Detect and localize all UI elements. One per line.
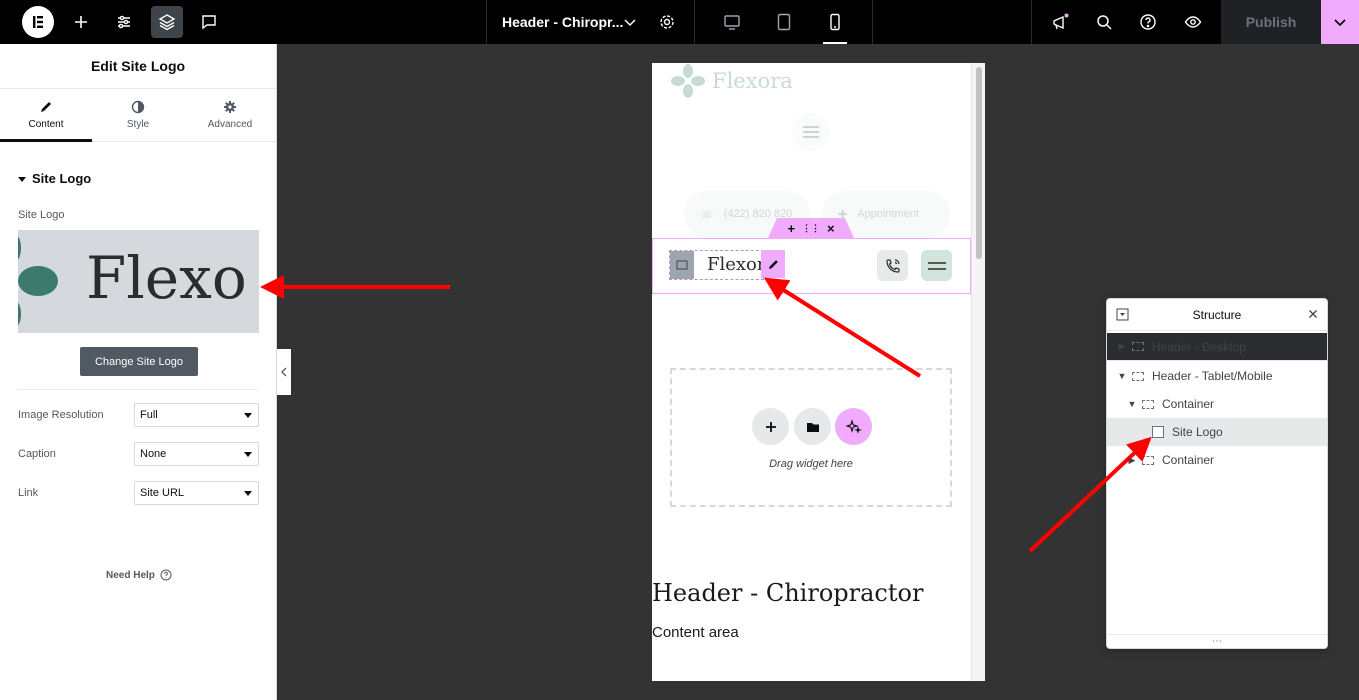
page-title: Header - Chiropractor bbox=[652, 579, 924, 607]
structure-panel: Structure ▶ Header - Desktop ▼ Header - … bbox=[1106, 298, 1328, 649]
drag-handle-icon[interactable]: ⋮⋮ bbox=[802, 223, 820, 234]
ghost-menu-icon bbox=[792, 113, 830, 151]
structure-item-label: Header - Desktop bbox=[1152, 339, 1247, 354]
container-handle[interactable]: + ⋮⋮ × bbox=[768, 218, 854, 238]
structure-item-label: Container bbox=[1162, 453, 1215, 467]
edit-panel: Edit Site Logo Content Style Advanced Si… bbox=[0, 44, 277, 700]
add-section-icon[interactable] bbox=[752, 408, 789, 445]
panel-title: Edit Site Logo bbox=[0, 44, 276, 89]
container-icon bbox=[1142, 455, 1154, 465]
structure-item-label: Container bbox=[1162, 397, 1215, 411]
publish-button[interactable]: Publish bbox=[1221, 0, 1321, 44]
template-library-folder-icon[interactable] bbox=[794, 408, 831, 445]
phone-icon[interactable] bbox=[877, 250, 908, 281]
need-help-label: Need Help bbox=[106, 569, 155, 581]
ghost-brand-text: Flexora bbox=[712, 69, 793, 93]
caret-down-icon bbox=[18, 176, 26, 182]
edit-widget-pencil-icon[interactable] bbox=[761, 250, 785, 278]
change-site-logo-button[interactable]: Change Site Logo bbox=[80, 347, 198, 376]
mobile-view-icon[interactable] bbox=[811, 0, 859, 44]
document-settings-gear-icon[interactable] bbox=[651, 6, 683, 38]
widget-dropzone[interactable]: Drag widget here bbox=[670, 368, 952, 507]
publish-options-chevron-icon[interactable] bbox=[1321, 0, 1359, 44]
structure-item-container[interactable]: ▼ Container bbox=[1107, 390, 1327, 418]
structure-item-header-tablet-mobile[interactable]: ▼ Header - Tablet/Mobile bbox=[1107, 362, 1327, 390]
logo-preview-image[interactable]: Flexo bbox=[18, 230, 259, 333]
site-logo-widget[interactable]: Flexora bbox=[669, 250, 776, 280]
top-bar: Header - Chiropr... Publish bbox=[0, 0, 1359, 44]
preview-canvas: Flexora ☏ (422) 820 820 ✚ Appointment + ⋮⋮… bbox=[652, 63, 985, 681]
divider bbox=[18, 389, 258, 390]
elementor-logo-icon[interactable] bbox=[22, 6, 54, 38]
collapse-panel-chevron-icon[interactable] bbox=[277, 349, 291, 395]
layers-icon[interactable] bbox=[151, 6, 183, 38]
caret-down-icon[interactable]: ▼ bbox=[1117, 371, 1127, 381]
pencil-icon bbox=[41, 102, 51, 112]
half-circle-icon bbox=[131, 100, 145, 114]
structure-item-container-2[interactable]: ▶ Container bbox=[1107, 446, 1327, 474]
gear-icon bbox=[224, 101, 236, 113]
need-help-link[interactable]: Need Help bbox=[106, 569, 172, 581]
tab-content-label: Content bbox=[28, 119, 64, 130]
caption-label: Caption bbox=[18, 448, 56, 460]
tab-advanced-label: Advanced bbox=[207, 119, 253, 130]
preview-eye-icon[interactable] bbox=[1177, 6, 1209, 38]
tablet-view-icon[interactable] bbox=[760, 0, 808, 44]
logo-preview-text: Flexo bbox=[86, 244, 247, 312]
delete-container-icon[interactable]: × bbox=[827, 221, 835, 236]
search-icon[interactable] bbox=[1088, 6, 1120, 38]
ghost-logo: Flexora bbox=[670, 63, 793, 99]
ghost-appointment-text: Appointment bbox=[857, 208, 919, 220]
add-container-icon[interactable]: + bbox=[787, 221, 795, 236]
resize-handle-icon[interactable]: ⋯ bbox=[1107, 634, 1327, 648]
link-select[interactable]: Site URL bbox=[134, 481, 259, 505]
canvas-scrollbar[interactable] bbox=[971, 63, 985, 681]
caret-down-icon[interactable]: ▼ bbox=[1127, 399, 1137, 409]
structure-item-label: Site Logo bbox=[1172, 425, 1223, 439]
question-circle-icon bbox=[160, 569, 172, 581]
caret-right-icon[interactable]: ▶ bbox=[1127, 455, 1137, 466]
tab-style[interactable]: Style bbox=[92, 89, 184, 141]
widget-handle-icon[interactable] bbox=[670, 251, 694, 279]
comments-icon[interactable] bbox=[193, 6, 225, 38]
drag-widget-text: Drag widget here bbox=[769, 458, 853, 470]
container-icon bbox=[1142, 399, 1154, 409]
desktop-view-icon[interactable] bbox=[708, 0, 756, 44]
section-toggle-site-logo[interactable]: Site Logo bbox=[18, 171, 91, 186]
document-title[interactable]: Header - Chiropr... bbox=[502, 0, 623, 44]
caption-select[interactable]: None bbox=[134, 442, 259, 466]
collapse-panel-icon[interactable] bbox=[1116, 308, 1129, 321]
caret-right-icon[interactable]: ▶ bbox=[1117, 341, 1127, 352]
content-area-text: Content area bbox=[652, 624, 739, 641]
announcements-icon[interactable] bbox=[1044, 6, 1076, 38]
ai-sparkle-icon[interactable] bbox=[835, 408, 872, 445]
container-icon bbox=[1132, 342, 1144, 351]
close-icon[interactable] bbox=[1307, 308, 1319, 320]
site-settings-icon[interactable] bbox=[108, 6, 140, 38]
site-logo-label: Site Logo bbox=[18, 209, 65, 221]
image-resolution-label: Image Resolution bbox=[18, 409, 104, 421]
tab-advanced[interactable]: Advanced bbox=[184, 89, 276, 141]
help-icon[interactable] bbox=[1132, 6, 1164, 38]
section-title: Site Logo bbox=[32, 171, 92, 186]
container-icon bbox=[1132, 371, 1144, 381]
add-element-icon[interactable] bbox=[65, 6, 97, 38]
structure-item-label: Header - Tablet/Mobile bbox=[1152, 369, 1273, 383]
hamburger-menu-icon[interactable] bbox=[921, 250, 952, 281]
site-logo-widget-icon bbox=[1152, 426, 1164, 438]
chevron-down-icon[interactable] bbox=[621, 13, 639, 31]
structure-item-site-logo[interactable]: Site Logo bbox=[1107, 418, 1327, 446]
link-label: Link bbox=[18, 487, 39, 499]
image-resolution-select[interactable]: Full bbox=[134, 403, 259, 427]
structure-item-header-desktop[interactable]: ▶ Header - Desktop bbox=[1107, 333, 1327, 361]
panel-tabs: Content Style Advanced bbox=[0, 89, 276, 142]
tab-content[interactable]: Content bbox=[0, 89, 92, 142]
tab-style-label: Style bbox=[126, 119, 150, 130]
structure-title: Structure bbox=[1192, 307, 1242, 322]
